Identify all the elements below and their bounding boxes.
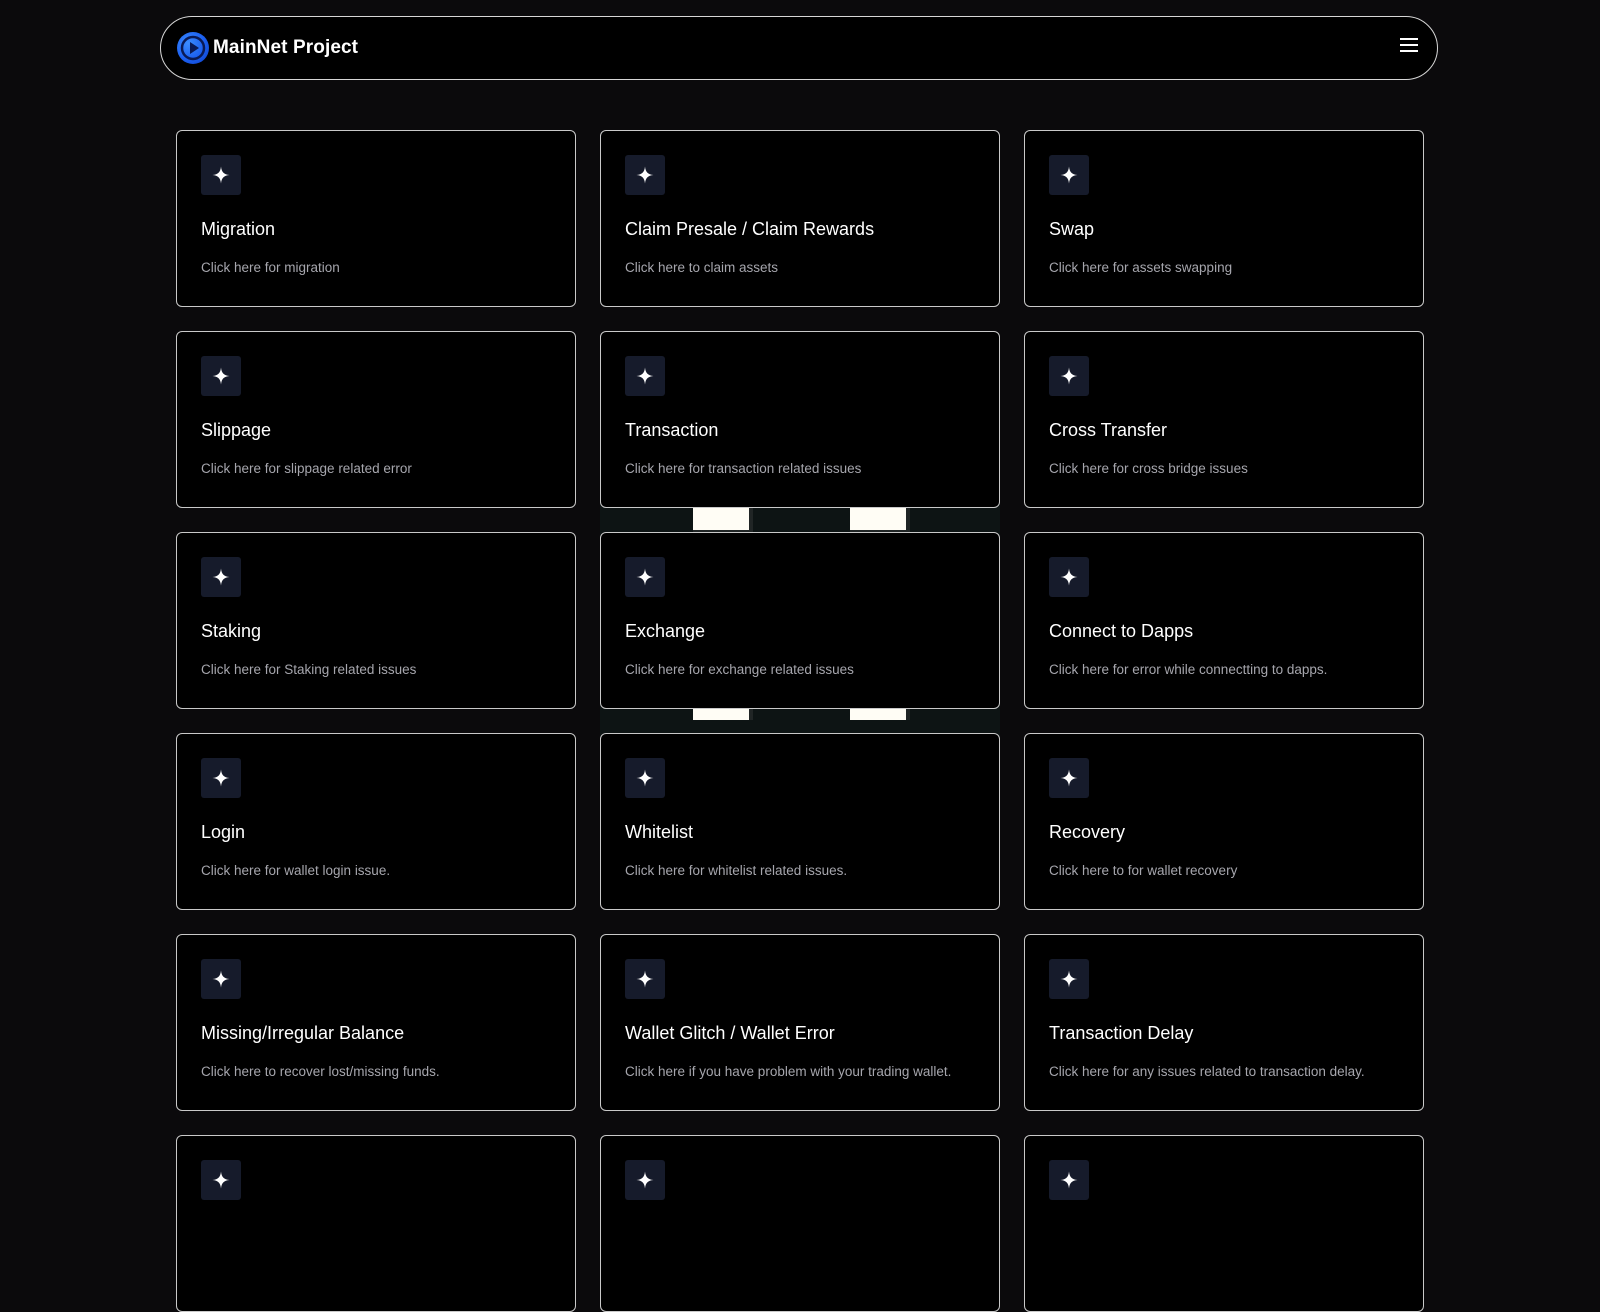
card-description: Click here for cross bridge issues: [1049, 461, 1248, 476]
option-card[interactable]: Wallet Glitch / Wallet Error Click here i…: [600, 934, 1000, 1111]
brand-name: MainNet Project: [213, 37, 359, 58]
sparkle-icon: [1049, 155, 1089, 195]
hamburger-menu-icon[interactable]: [1399, 38, 1419, 58]
card-title: Transaction Delay: [1049, 1023, 1194, 1043]
card-description: Click here to claim assets: [625, 260, 779, 275]
sparkle-icon: [1049, 758, 1089, 798]
option-card[interactable]: Whitelist Click here for whitelist relate…: [600, 733, 1000, 910]
option-card[interactable]: [1024, 1135, 1424, 1312]
card-description: Click here to for wallet recovery: [1049, 863, 1238, 878]
sparkle-icon: [1049, 356, 1089, 396]
sparkle-icon: [625, 557, 665, 597]
card-description: Click here for slippage related error: [201, 461, 412, 476]
sparkle-icon: [625, 356, 665, 396]
option-card[interactable]: Migration Click here for migration: [176, 130, 576, 307]
option-card[interactable]: Swap Click here for assets swapping: [1024, 130, 1424, 307]
option-card[interactable]: Missing/Irregular Balance Click here to r…: [176, 934, 576, 1111]
card-description: Click here for transaction related issue…: [625, 461, 862, 476]
sparkle-icon: [1049, 557, 1089, 597]
sparkle-icon: [625, 959, 665, 999]
card-description: Click here to recover lost/missing funds…: [201, 1064, 440, 1079]
option-card[interactable]: [176, 1135, 576, 1312]
card-title: Cross Transfer: [1049, 420, 1168, 440]
sparkle-icon: [625, 758, 665, 798]
card-title: Whitelist: [625, 822, 694, 842]
card-description: Click here for any issues related to tra…: [1049, 1064, 1365, 1079]
card-description: Click here for migration: [201, 260, 340, 275]
option-card[interactable]: Transaction Delay Click here for any issu…: [1024, 934, 1424, 1111]
card-title: Claim Presale / Claim Rewards: [625, 219, 875, 239]
navbar: MainNet Project: [160, 16, 1438, 80]
option-card[interactable]: Connect to Dapps Click here for error whi…: [1024, 532, 1424, 709]
option-card[interactable]: Exchange Click here for exchange related …: [600, 532, 1000, 709]
sparkle-icon: [201, 758, 241, 798]
card-description: Click here for whitelist related issues.: [625, 863, 848, 878]
card-description: Click here for exchange related issues: [625, 662, 854, 677]
option-card[interactable]: Cross Transfer Click here for cross bridg…: [1024, 331, 1424, 508]
sparkle-icon: [625, 155, 665, 195]
card-title: Slippage: [201, 420, 272, 440]
option-card[interactable]: Login Click here for wallet login issue.: [176, 733, 576, 910]
card-grid: Migration Click here for migration Claim P…: [176, 130, 1424, 1312]
card-title: Wallet Glitch / Wallet Error: [625, 1023, 835, 1043]
brand-link[interactable]: MainNet Project: [177, 32, 358, 64]
sparkle-icon: [201, 155, 241, 195]
card-title: Transaction: [625, 420, 719, 440]
option-card[interactable]: Slippage Click here for slippage related …: [176, 331, 576, 508]
sparkle-icon: [1049, 959, 1089, 999]
card-title: Missing/Irregular Balance: [201, 1023, 405, 1043]
card-title: Migration: [201, 219, 276, 239]
card-title: Staking: [201, 621, 262, 641]
sparkle-icon: [1049, 1160, 1089, 1200]
sparkle-icon: [201, 356, 241, 396]
card-description: Click here for Staking related issues: [201, 662, 417, 677]
card-description: Click here for assets swapping: [1049, 260, 1233, 275]
card-description: Click here for error while connectting t…: [1049, 662, 1328, 677]
card-title: Connect to Dapps: [1049, 621, 1194, 641]
card-title: Swap: [1049, 219, 1095, 239]
option-card[interactable]: Recovery Click here to for wallet recover…: [1024, 733, 1424, 910]
option-card[interactable]: Claim Presale / Claim Rewards Click here …: [600, 130, 1000, 307]
sparkle-icon: [201, 959, 241, 999]
option-card[interactable]: Transaction Click here for transaction re…: [600, 331, 1000, 508]
card-title: Recovery: [1049, 822, 1126, 842]
sparkle-icon: [625, 1160, 665, 1200]
sparkle-icon: [201, 1160, 241, 1200]
card-description: Click here if you have problem with your…: [625, 1064, 952, 1079]
card-title: Exchange: [625, 621, 706, 641]
card-description: Click here for wallet login issue.: [201, 863, 391, 878]
card-title: Login: [201, 822, 246, 842]
option-card[interactable]: [600, 1135, 1000, 1312]
sparkle-icon: [201, 557, 241, 597]
logo-icon: [177, 32, 209, 64]
option-card[interactable]: Staking Click here for Staking related is…: [176, 532, 576, 709]
